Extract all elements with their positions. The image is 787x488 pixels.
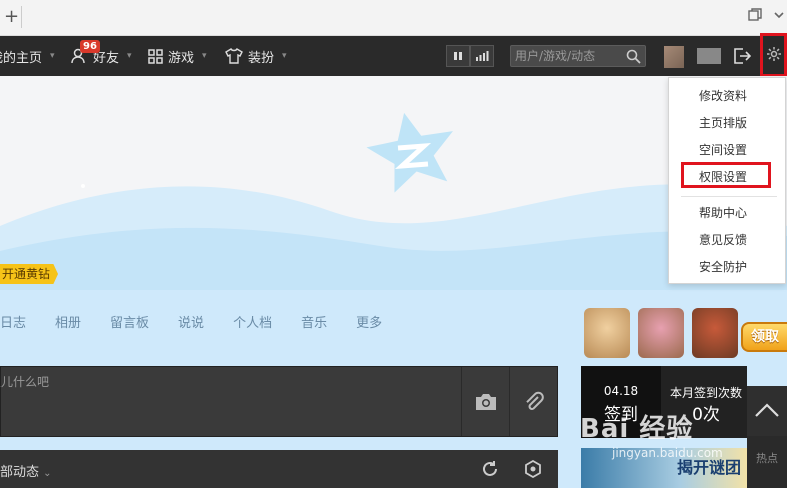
chevron-down-icon: ⌄ <box>43 468 52 479</box>
friends-badge: 96 <box>80 40 100 53</box>
tab-music[interactable]: 音乐 <box>301 312 327 332</box>
space-tabs: 日志 相册 留言板 说说 个人档 音乐 更多 <box>0 312 411 332</box>
chevron-down-icon: ▾ <box>202 51 207 61</box>
browser-tab-strip: + <box>0 0 787 36</box>
avatar[interactable] <box>664 46 684 68</box>
nav-dressup-label: 装扮 <box>248 50 275 66</box>
menu-item-security[interactable]: 安全防护 <box>669 256 787 278</box>
nav-games[interactable]: 游戏 ▾ <box>148 36 207 76</box>
new-tab-button[interactable]: + <box>2 6 22 28</box>
chevron-down-icon: ▾ <box>50 51 55 61</box>
tab-blog[interactable]: 日志 <box>0 312 26 332</box>
menu-divider <box>681 196 777 197</box>
chevron-down-icon[interactable] <box>771 8 787 26</box>
pause-icon[interactable] <box>446 45 470 67</box>
game-icons <box>584 308 738 358</box>
restore-icon[interactable] <box>747 8 763 26</box>
watermark-url: jingyan.baidu.com <box>612 446 723 460</box>
watermark: Bai 经验 <box>580 414 694 444</box>
hot-button[interactable]: 热点 <box>747 436 787 488</box>
gear-icon <box>766 46 782 65</box>
feed-header: 全部动态 ⌄ <box>0 450 558 488</box>
game-icon-garden[interactable] <box>638 308 684 358</box>
game-icon-train[interactable] <box>692 308 738 358</box>
post-input[interactable]: 说点儿什么吧 <box>0 373 49 390</box>
signin-month-label: 本月签到次数 <box>669 386 742 400</box>
nav-friends[interactable]: 96 好友 ▾ <box>70 36 132 76</box>
menu-item-feedback[interactable]: 意见反馈 <box>669 229 787 251</box>
username-blurred[interactable] <box>697 48 721 64</box>
settings-dropdown: 修改资料 主页排版 空间设置 权限设置 帮助中心 意见反馈 安全防护 <box>668 77 786 284</box>
nav-home-label: 我的主页 <box>0 50 43 66</box>
tab-album[interactable]: 相册 <box>55 312 81 332</box>
tab-more[interactable]: 更多 <box>356 312 382 332</box>
claim-button[interactable]: 领取 <box>741 322 787 352</box>
permissions-highlight-box <box>681 162 771 188</box>
shirt-icon <box>225 48 243 64</box>
menu-item-edit-profile[interactable]: 修改资料 <box>669 85 787 107</box>
nav-games-label: 游戏 <box>168 50 195 66</box>
search-icon[interactable] <box>626 49 641 64</box>
feed-filter[interactable]: 全部动态 ⌄ <box>0 461 52 480</box>
target-icon[interactable] <box>524 460 542 478</box>
tab-messageboard[interactable]: 留言板 <box>110 312 149 332</box>
search-input[interactable] <box>515 48 623 64</box>
feed-filter-label: 全部动态 <box>0 465 40 480</box>
nav-dressup[interactable]: 装扮 ▾ <box>225 36 287 76</box>
menu-item-space-settings[interactable]: 空间设置 <box>669 139 787 161</box>
settings-button[interactable] <box>760 33 787 77</box>
chevron-down-icon: ▾ <box>282 51 287 61</box>
attachment-icon[interactable] <box>509 367 557 436</box>
post-box: 说点儿什么吧 <box>0 366 558 437</box>
search-box <box>510 45 646 67</box>
nav-home[interactable]: 我的主页 ▾ <box>0 36 55 76</box>
menu-item-help[interactable]: 帮助中心 <box>669 202 787 224</box>
window-controls <box>747 6 787 28</box>
back-to-top-button[interactable] <box>747 386 787 436</box>
menu-item-layout[interactable]: 主页排版 <box>669 112 787 134</box>
refresh-icon[interactable] <box>481 460 499 478</box>
post-tools <box>461 367 557 436</box>
tab-profile[interactable]: 个人档 <box>233 312 272 332</box>
grid-icon <box>148 48 163 64</box>
view-toggle <box>446 45 494 67</box>
camera-icon[interactable] <box>461 367 509 436</box>
chevron-up-icon <box>754 402 780 421</box>
logout-icon[interactable] <box>733 46 752 69</box>
bar-chart-icon[interactable] <box>470 45 494 67</box>
vip-button[interactable]: 开通黄钻 <box>0 264 59 284</box>
chevron-down-icon: ▾ <box>127 51 132 61</box>
game-icon-farm[interactable] <box>584 308 630 358</box>
signin-date: 04.18 <box>603 384 639 398</box>
tab-shuoshuo[interactable]: 说说 <box>178 312 204 332</box>
